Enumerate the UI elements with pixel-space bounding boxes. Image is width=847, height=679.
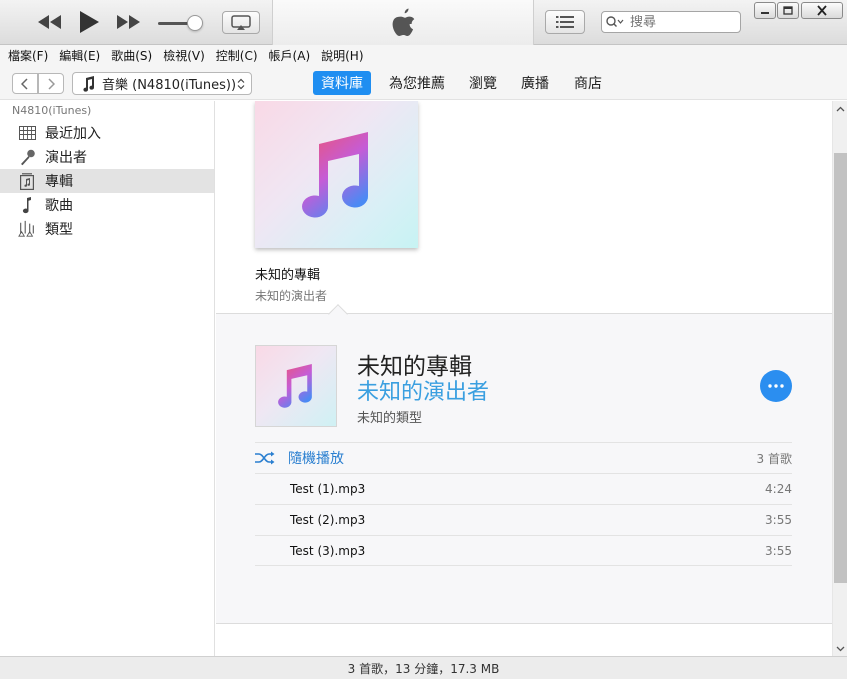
search-field[interactable] — [601, 11, 741, 33]
tab-for-you[interactable]: 為您推薦 — [381, 71, 453, 95]
search-input[interactable] — [630, 14, 730, 30]
genres-icon — [18, 220, 36, 238]
sidebar-item-label: 歌曲 — [45, 198, 73, 214]
apple-logo-display — [272, 0, 534, 45]
tab-radio[interactable]: 廣播 — [513, 71, 557, 95]
minimize-button[interactable] — [754, 2, 776, 19]
media-source-select[interactable]: 音樂 (N4810(iTunes)) — [72, 72, 252, 95]
album-tile-title[interactable]: 未知的專輯 — [255, 264, 320, 283]
sidebar-item-label: 專輯 — [45, 174, 73, 190]
player-toolbar — [0, 0, 847, 45]
sidebar-item-songs[interactable]: 歌曲 — [0, 193, 214, 217]
list-view-button[interactable] — [545, 10, 585, 34]
sidebar-item-label: 最近加入 — [45, 126, 101, 142]
divider — [216, 623, 832, 624]
list-icon — [556, 16, 574, 28]
sidebar-item-label: 演出者 — [45, 150, 87, 166]
apple-logo-icon — [392, 8, 415, 36]
track-duration: 3:55 — [765, 513, 792, 527]
media-source-label: 音樂 (N4810(iTunes)) — [102, 78, 237, 93]
menu-view[interactable]: 檢視(V) — [163, 47, 205, 64]
rewind-icon — [38, 15, 61, 29]
scroll-up-button[interactable] — [833, 101, 847, 116]
song-count: 3 首歌 — [756, 451, 792, 466]
tab-browse[interactable]: 瀏覽 — [461, 71, 505, 95]
close-icon — [817, 5, 827, 16]
fast-forward-button[interactable] — [114, 12, 142, 32]
maximize-button[interactable] — [777, 2, 799, 19]
album-artwork-small — [255, 345, 337, 427]
menu-help[interactable]: 說明(H) — [321, 47, 363, 64]
track-row[interactable]: Test (1).mp3 4:24 — [255, 473, 792, 504]
track-name: Test (3).mp3 — [290, 543, 366, 558]
minimize-icon — [761, 11, 769, 14]
shuffle-label[interactable]: 隨機播放 — [288, 448, 344, 468]
music-note-artwork-icon — [301, 131, 368, 217]
music-note-icon — [83, 75, 95, 92]
back-button[interactable] — [12, 73, 38, 94]
navigation-bar: 音樂 (N4810(iTunes)) 資料庫 為您推薦 瀏覽 廣播 商店 — [0, 66, 847, 100]
album-icon — [18, 172, 36, 190]
track-row[interactable]: Test (3).mp3 3:55 — [255, 535, 792, 566]
vertical-scrollbar[interactable] — [832, 101, 847, 656]
rewind-button[interactable] — [36, 12, 64, 32]
sidebar-item-label: 類型 — [45, 222, 73, 238]
airplay-button[interactable] — [222, 11, 260, 34]
album-artwork-large[interactable] — [255, 101, 418, 248]
play-button[interactable] — [76, 9, 102, 35]
music-note-icon — [18, 196, 36, 214]
album-view: 未知的專輯 未知的演出者 未知的專輯 未知的演出者 未知的類型 隨機播放 3 首… — [216, 101, 832, 656]
volume-knob[interactable] — [187, 15, 203, 31]
sidebar-item-albums[interactable]: 專輯 — [0, 169, 214, 193]
shuffle-icon — [255, 451, 275, 465]
airplay-icon — [231, 14, 251, 30]
track-row[interactable]: Test (2).mp3 3:55 — [255, 504, 792, 535]
sidebar: N4810(iTunes) 最近加入 演出者 專輯 歌曲 類型 — [0, 101, 215, 656]
microphone-icon — [18, 148, 36, 166]
tab-store[interactable]: 商店 — [566, 71, 610, 95]
maximize-icon — [783, 6, 793, 15]
album-detail-panel: 未知的專輯 未知的演出者 未知的類型 隨機播放 3 首歌 Test (1).mp… — [216, 313, 832, 623]
album-genre: 未知的類型 — [357, 411, 423, 426]
fast-forward-icon — [117, 15, 140, 29]
menu-account[interactable]: 帳戶(A) — [269, 47, 311, 64]
track-duration: 4:24 — [765, 482, 792, 496]
search-icon — [606, 16, 624, 27]
track-name: Test (2).mp3 — [290, 513, 366, 527]
sidebar-item-genres[interactable]: 類型 — [0, 217, 214, 241]
sidebar-item-recently-added[interactable]: 最近加入 — [0, 121, 214, 145]
menu-file[interactable]: 檔案(F) — [8, 47, 48, 64]
shuffle-row[interactable]: 隨機播放 3 首歌 — [255, 442, 792, 473]
sidebar-item-artists[interactable]: 演出者 — [0, 145, 214, 169]
track-name: Test (1).mp3 — [290, 482, 366, 496]
close-button[interactable] — [801, 2, 843, 19]
music-note-artwork-icon — [278, 364, 312, 408]
chevron-down-icon — [836, 646, 845, 651]
chevron-updown-icon — [237, 78, 245, 89]
more-options-button[interactable] — [760, 370, 792, 402]
menu-edit[interactable]: 編輯(E) — [59, 47, 100, 64]
menu-song[interactable]: 歌曲(S) — [111, 47, 152, 64]
forward-button[interactable] — [38, 73, 64, 94]
scroll-thumb[interactable] — [834, 153, 847, 583]
menu-controls[interactable]: 控制(C) — [216, 47, 258, 64]
chevron-right-icon — [48, 77, 55, 90]
sidebar-header: N4810(iTunes) — [12, 104, 92, 117]
play-icon — [80, 11, 99, 33]
tab-library[interactable]: 資料庫 — [313, 71, 371, 95]
status-bar: 3 首歌，13 分鐘，17.3 MB — [0, 656, 847, 679]
album-artist-link[interactable]: 未知的演出者 — [357, 374, 489, 406]
grid-icon — [18, 124, 36, 142]
ellipsis-icon — [768, 384, 784, 388]
track-duration: 3:55 — [765, 543, 792, 558]
library-summary: 3 首歌，13 分鐘，17.3 MB — [347, 661, 500, 676]
scroll-down-button[interactable] — [833, 641, 847, 656]
album-tile-artist[interactable]: 未知的演出者 — [255, 287, 327, 304]
chevron-up-icon — [836, 106, 845, 111]
chevron-left-icon — [21, 77, 28, 90]
menu-bar: 檔案(F) 編輯(E) 歌曲(S) 檢視(V) 控制(C) 帳戶(A) 說明(H… — [0, 45, 847, 66]
